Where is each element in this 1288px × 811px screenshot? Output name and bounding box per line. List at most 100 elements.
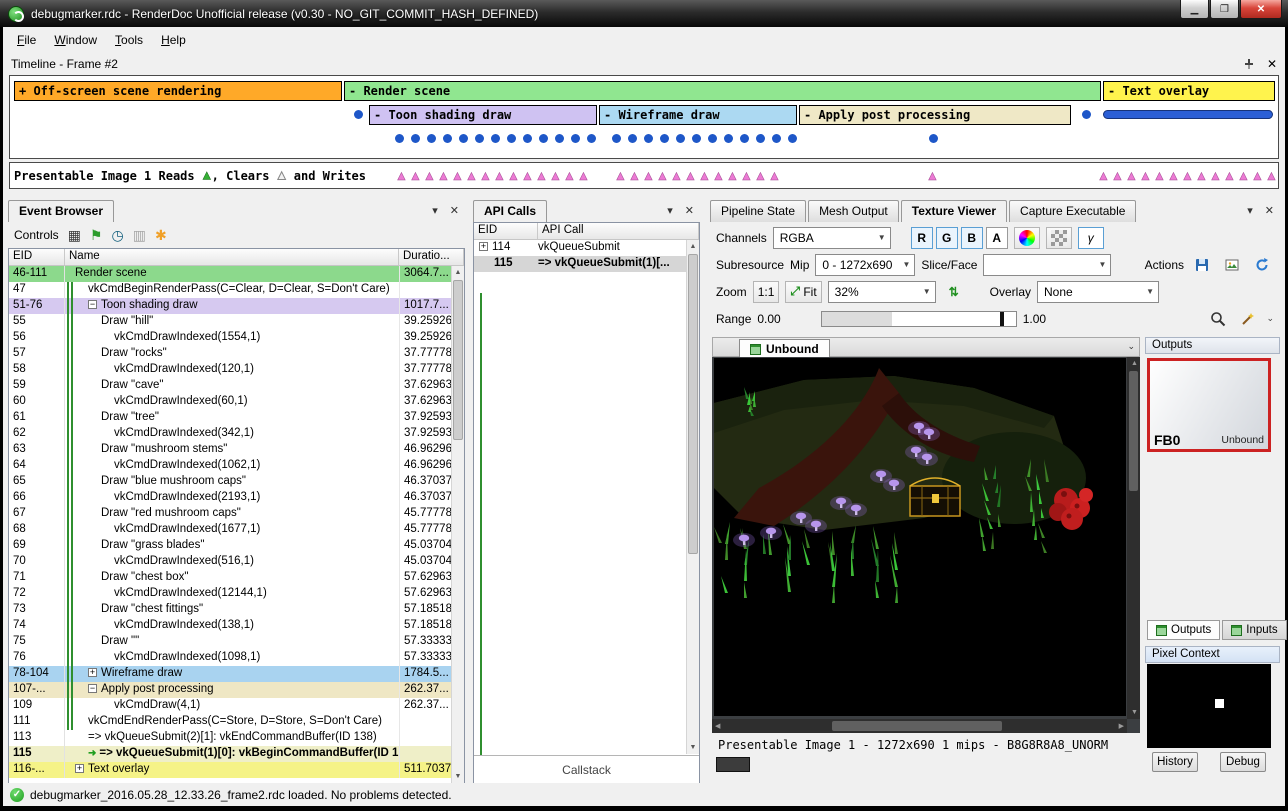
timeline-bar[interactable]: + Off-screen scene rendering: [14, 81, 342, 101]
panel-menu-icon[interactable]: ▾: [667, 204, 673, 217]
timeline-event-dot[interactable]: [644, 134, 653, 143]
tab-mesh-output[interactable]: Mesh Output: [808, 200, 899, 222]
usage-marker-triangle[interactable]: ▲: [577, 168, 590, 183]
timeline-event-dot[interactable]: [628, 134, 637, 143]
zoom-select[interactable]: 32%▼: [828, 281, 936, 303]
timeline-event-dot[interactable]: [491, 134, 500, 143]
minimize-button[interactable]: ▁: [1180, 0, 1209, 19]
scroll-up-icon[interactable]: ▲: [687, 240, 699, 253]
timeline-event-dot[interactable]: [692, 134, 701, 143]
event-row[interactable]: 115➜=> vkQueueSubmit(1)[0]: vkBeginComma…: [9, 746, 451, 762]
tab-list-chevron-icon[interactable]: ⌄: [1127, 341, 1135, 352]
usage-marker-triangle[interactable]: ▲: [726, 168, 739, 183]
panel-menu-icon[interactable]: ▾: [432, 204, 438, 217]
timeline-bar[interactable]: - Toon shading draw: [369, 105, 597, 125]
usage-marker-triangle[interactable]: ▲: [684, 168, 697, 183]
timeline-event-dot[interactable]: [459, 134, 468, 143]
usage-marker-triangle[interactable]: ▲: [479, 168, 492, 183]
mip-select[interactable]: 0 - 1272x690▼: [815, 254, 915, 276]
api-call-row[interactable]: +114vkQueueSubmit: [474, 240, 686, 256]
panel-close-icon[interactable]: ✕: [685, 204, 694, 217]
event-row[interactable]: 67Draw "red mushroom caps"45.77778: [9, 506, 451, 522]
color-wheel-button[interactable]: [1014, 227, 1040, 249]
usage-marker-triangle[interactable]: ▲: [670, 168, 683, 183]
debug-button[interactable]: Debug: [1220, 752, 1266, 772]
usage-marker-triangle[interactable]: ▲: [628, 168, 641, 183]
expander-minus-icon[interactable]: −: [88, 684, 97, 693]
range-slider[interactable]: [821, 311, 1017, 327]
history-button[interactable]: History: [1152, 752, 1198, 772]
fb0-thumbnail[interactable]: FB0 Unbound: [1147, 358, 1271, 452]
event-row[interactable]: 65Draw "blue mushroom caps"46.37037: [9, 474, 451, 490]
expander-plus-icon[interactable]: +: [75, 764, 84, 773]
timeline-event-dot[interactable]: [507, 134, 516, 143]
timeline-event-dot[interactable]: [395, 134, 404, 143]
toolbar-overflow-icon[interactable]: ⌄: [1266, 313, 1274, 324]
usage-marker-triangle[interactable]: ▲: [1209, 168, 1222, 183]
tab-outputs[interactable]: Outputs: [1147, 620, 1220, 640]
pixel-context-view[interactable]: [1147, 664, 1271, 748]
columns-icon[interactable]: ▥: [133, 228, 146, 242]
texture-vertical-scrollbar[interactable]: ▲ ▼: [1127, 357, 1140, 719]
usage-marker-triangle[interactable]: ▲: [535, 168, 548, 183]
event-row[interactable]: 78-104+Wireframe draw1784.5...: [9, 666, 451, 682]
usage-marker-triangle[interactable]: ▲: [1251, 168, 1264, 183]
expander-plus-icon[interactable]: +: [479, 242, 488, 251]
background-color-swatch[interactable]: [716, 757, 750, 772]
event-row[interactable]: 113=> vkQueueSubmit(2)[1]: vkEndCommandB…: [9, 730, 451, 746]
event-row[interactable]: 116-...+Text overlay511.7037: [9, 762, 451, 778]
event-row[interactable]: 61Draw "tree"37.92593: [9, 410, 451, 426]
api-call-row[interactable]: 115=> vkQueueSubmit(1)[...: [474, 256, 686, 272]
usage-marker-triangle[interactable]: ▲: [1167, 168, 1180, 183]
usage-marker-triangle[interactable]: ▲: [656, 168, 669, 183]
timeline-event-dot[interactable]: [724, 134, 733, 143]
tab-api-calls[interactable]: API Calls: [473, 200, 547, 222]
bookmark-icon[interactable]: ⚑: [90, 228, 103, 242]
timeline-event-dot[interactable]: [1082, 110, 1091, 119]
timeline-event-dot[interactable]: [587, 134, 596, 143]
channel-b-button[interactable]: B: [961, 227, 983, 249]
usage-marker-triangle[interactable]: ▲: [698, 168, 711, 183]
slice-face-select[interactable]: ▼: [983, 254, 1111, 276]
save-button[interactable]: [1190, 254, 1214, 276]
timeline-event-dot[interactable]: [708, 134, 717, 143]
usage-marker-triangle[interactable]: ▲: [521, 168, 534, 183]
event-row[interactable]: 58vkCmdDrawIndexed(120,1)37.77778: [9, 362, 451, 378]
timeline-bar[interactable]: - Apply post processing: [799, 105, 1071, 125]
flip-y-button[interactable]: ⇅: [942, 281, 966, 303]
menu-item-tools[interactable]: Tools: [106, 29, 152, 51]
scroll-down-icon[interactable]: ▼: [687, 741, 699, 754]
event-row[interactable]: 46-111Render scene3064.7...: [9, 266, 451, 282]
expander-plus-icon[interactable]: +: [88, 668, 97, 677]
timeline-event-dot[interactable]: [571, 134, 580, 143]
timeline-event-dot[interactable]: [427, 134, 436, 143]
scroll-down-icon[interactable]: ▼: [452, 770, 464, 783]
menu-item-file[interactable]: File: [8, 29, 45, 51]
refresh-button[interactable]: [1250, 254, 1274, 276]
usage-marker-triangle[interactable]: ▲: [437, 168, 450, 183]
event-row[interactable]: 76vkCmdDrawIndexed(1098,1)57.33333: [9, 650, 451, 666]
event-row[interactable]: 71Draw "chest box"57.62963: [9, 570, 451, 586]
tab-texture-viewer[interactable]: Texture Viewer: [901, 200, 1007, 222]
timeline-event-dot[interactable]: [772, 134, 781, 143]
usage-marker-triangle[interactable]: ▲: [1237, 168, 1250, 183]
usage-marker-triangle[interactable]: ▲: [1265, 168, 1278, 183]
timeline-event-dot[interactable]: [539, 134, 548, 143]
usage-marker-triangle[interactable]: ▲: [465, 168, 478, 183]
usage-marker-triangle[interactable]: ▲: [754, 168, 767, 183]
timeline-event-dot[interactable]: [740, 134, 749, 143]
tab-capture-executable[interactable]: Capture Executable: [1009, 200, 1136, 222]
api-calls-scrollbar[interactable]: ▲ ▼: [686, 240, 699, 754]
event-row[interactable]: 70vkCmdDrawIndexed(516,1)45.03704: [9, 554, 451, 570]
usage-marker-triangle[interactable]: ▲: [712, 168, 725, 183]
timeline-event-dot[interactable]: [443, 134, 452, 143]
range-white-point-handle[interactable]: [1000, 312, 1004, 326]
event-row[interactable]: 73Draw "chest fittings"57.18518: [9, 602, 451, 618]
filter-icon[interactable]: ▦: [68, 228, 81, 242]
usage-marker-triangle[interactable]: ▲: [1195, 168, 1208, 183]
panel-close-icon[interactable]: ✕: [450, 204, 459, 217]
timeline-event-dot[interactable]: [612, 134, 621, 143]
event-row[interactable]: 59Draw "cave"37.62963: [9, 378, 451, 394]
event-row[interactable]: 75Draw ""57.33333: [9, 634, 451, 650]
timeline-draw-strip[interactable]: [1103, 110, 1273, 119]
